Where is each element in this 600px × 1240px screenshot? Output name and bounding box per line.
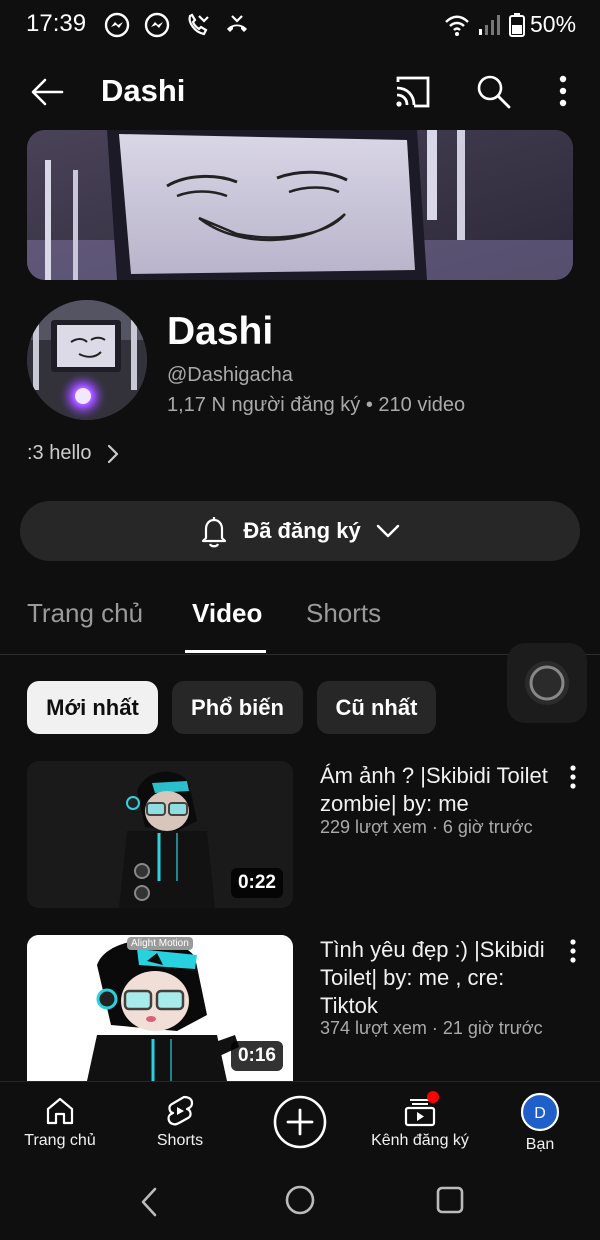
filter-chip-newest[interactable]: Mới nhất bbox=[27, 681, 158, 734]
nav-subscriptions[interactable]: Kênh đăng ký bbox=[360, 1082, 480, 1167]
nav-shorts[interactable]: Shorts bbox=[130, 1082, 230, 1167]
subscribed-label: Đã đăng ký bbox=[243, 518, 361, 543]
messenger-icon bbox=[144, 12, 170, 38]
search-icon[interactable] bbox=[472, 70, 514, 112]
chevron-right-icon bbox=[107, 444, 118, 463]
circle-icon bbox=[525, 661, 569, 705]
app-bar-title: Dashi bbox=[101, 73, 186, 108]
tab-home[interactable]: Trang chủ bbox=[27, 598, 143, 629]
video-meta: 229 lượt xem · 6 giờ trước bbox=[320, 817, 533, 837]
system-navigation-bar bbox=[0, 1166, 600, 1240]
channel-description[interactable]: :3 hello bbox=[27, 442, 120, 465]
channel-avatar[interactable] bbox=[27, 300, 147, 420]
account-avatar: D bbox=[520, 1092, 560, 1132]
floating-assistant-bubble[interactable] bbox=[507, 643, 587, 723]
filter-chip-popular[interactable]: Phổ biến bbox=[172, 681, 303, 734]
channel-banner bbox=[27, 130, 573, 280]
tab-shorts[interactable]: Shorts bbox=[306, 598, 381, 629]
messenger-icon bbox=[104, 12, 130, 38]
video-thumbnail[interactable]: 0:22 bbox=[27, 761, 293, 908]
channel-name: Dashi bbox=[167, 310, 274, 353]
missed-call-icon bbox=[188, 13, 209, 36]
watermark-label: Alight Motion bbox=[127, 937, 193, 950]
video-thumbnail[interactable]: Alight Motion 0:16 bbox=[27, 935, 293, 1081]
system-home-icon[interactable] bbox=[282, 1182, 318, 1218]
system-recents-icon[interactable] bbox=[434, 1184, 466, 1216]
call-end-icon bbox=[227, 15, 247, 32]
battery-percentage: 50% bbox=[530, 11, 577, 37]
battery-icon bbox=[509, 13, 525, 37]
home-icon bbox=[46, 1097, 74, 1125]
video-more-icon[interactable] bbox=[560, 936, 586, 968]
tab-video[interactable]: Video bbox=[192, 598, 262, 629]
bottom-navigation: Trang chủ Shorts Kênh đăng ký D Bạn bbox=[0, 1081, 600, 1166]
nav-you[interactable]: D Bạn bbox=[490, 1082, 590, 1167]
nav-home[interactable]: Trang chủ bbox=[10, 1082, 110, 1167]
active-tab-indicator bbox=[185, 650, 266, 653]
nav-home-label: Trang chủ bbox=[24, 1132, 96, 1149]
more-vert-icon[interactable] bbox=[545, 70, 581, 112]
signal-icon bbox=[479, 15, 500, 35]
nav-create[interactable] bbox=[250, 1082, 350, 1167]
avatar-letter: D bbox=[534, 1105, 546, 1122]
bell-icon bbox=[202, 517, 227, 548]
status-bar: 17:39 50% bbox=[0, 0, 600, 52]
video-duration: 0:22 bbox=[230, 868, 283, 898]
video-title[interactable]: Ám ảnh ? |Skibidi Toilet zombie| by: me bbox=[320, 762, 560, 818]
nav-subscriptions-label: Kênh đăng ký bbox=[371, 1132, 469, 1149]
cast-icon[interactable] bbox=[392, 72, 434, 112]
status-time: 17:39 bbox=[26, 10, 87, 37]
wifi-icon bbox=[445, 15, 469, 36]
subscriptions-icon bbox=[404, 1091, 439, 1127]
channel-stats: 1,17 N người đăng ký • 210 video bbox=[167, 394, 466, 416]
video-duration: 0:16 bbox=[230, 1041, 283, 1071]
shorts-icon bbox=[167, 1095, 194, 1126]
video-title[interactable]: Tình yêu đẹp :) |Skibidi Toilet| by: me … bbox=[320, 936, 560, 1020]
create-plus-icon bbox=[273, 1095, 327, 1149]
video-meta: 374 lượt xem · 21 giờ trước bbox=[320, 1018, 543, 1038]
channel-description-text: :3 hello bbox=[27, 442, 92, 464]
video-more-icon[interactable] bbox=[560, 762, 586, 794]
channel-handle: @Dashigacha bbox=[167, 364, 293, 386]
nav-shorts-label: Shorts bbox=[156, 1132, 204, 1149]
subscribed-button[interactable]: Đã đăng ký bbox=[20, 501, 580, 561]
system-back-icon[interactable] bbox=[135, 1184, 165, 1220]
nav-you-label: Bạn bbox=[525, 1136, 555, 1153]
back-arrow-icon[interactable] bbox=[26, 70, 70, 114]
chevron-down-icon bbox=[376, 524, 399, 538]
filter-chip-oldest[interactable]: Cũ nhất bbox=[317, 681, 436, 734]
